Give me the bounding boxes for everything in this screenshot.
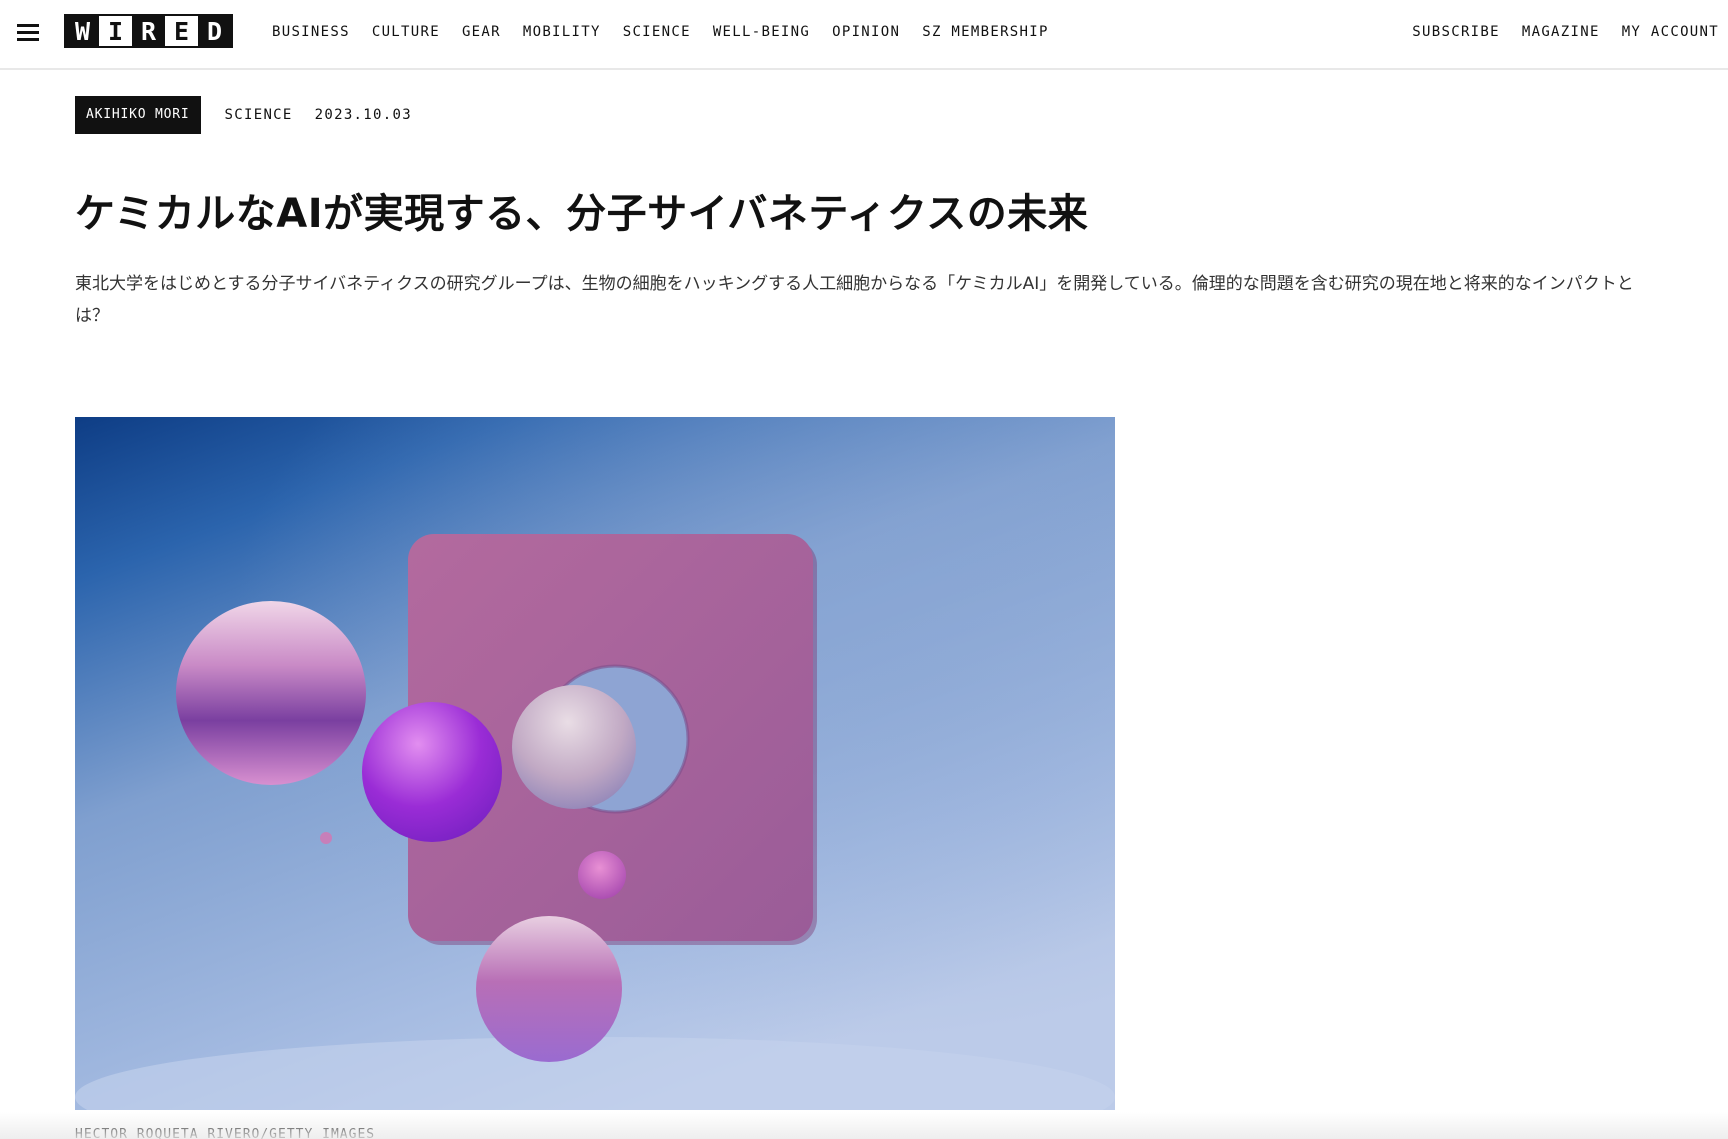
- nav-link-sz-membership[interactable]: SZ MEMBERSHIP: [922, 24, 1048, 40]
- nav-link-science[interactable]: SCIENCE: [623, 24, 691, 40]
- hamburger-menu-icon[interactable]: [17, 24, 39, 42]
- nav-link-well-being[interactable]: WELL-BEING: [713, 24, 810, 40]
- my-account-link[interactable]: MY ACCOUNT: [1622, 24, 1719, 40]
- logo-letter: W: [66, 16, 99, 46]
- nav-link-culture[interactable]: CULTURE: [372, 24, 440, 40]
- image-credit: HECTOR ROQUETA RIVERO/GETTY IMAGES: [75, 1127, 376, 1139]
- nav-link-mobility[interactable]: MOBILITY: [523, 24, 601, 40]
- nav-link-opinion[interactable]: OPINION: [832, 24, 900, 40]
- article-lede: 東北大学をはじめとする分子サイバネティクスの研究グループは、生物の細胞をハッキン…: [75, 274, 1634, 326]
- logo-letter: E: [165, 16, 198, 46]
- article-meta: AKIHIKO MORI SCIENCE 2023.10.03: [75, 96, 412, 134]
- site-header: W I R E D BUSINESS CULTURE GEAR MOBILITY…: [0, 0, 1728, 70]
- nav-link-gear[interactable]: GEAR: [462, 24, 501, 40]
- subscribe-link[interactable]: SUBSCRIBE: [1412, 24, 1500, 40]
- nav-link-business[interactable]: BUSINESS: [272, 24, 350, 40]
- logo-letter: D: [198, 16, 231, 46]
- category-link[interactable]: SCIENCE: [225, 107, 293, 123]
- wired-logo[interactable]: W I R E D: [64, 14, 233, 48]
- hero-image: [75, 417, 1115, 1110]
- publish-date: 2023.10.03: [314, 107, 412, 123]
- main-navigation: BUSINESS CULTURE GEAR MOBILITY SCIENCE W…: [272, 24, 1071, 40]
- logo-letter: R: [132, 16, 165, 46]
- article-headline: ケミカルなAIが実現する、分子サイバネティクスの未来: [75, 191, 1089, 237]
- magazine-link[interactable]: MAGAZINE: [1522, 24, 1600, 40]
- logo-letter: I: [99, 16, 132, 46]
- account-navigation: SUBSCRIBE MAGAZINE MY ACCOUNT: [1390, 24, 1719, 40]
- author-tag[interactable]: AKIHIKO MORI: [75, 96, 201, 134]
